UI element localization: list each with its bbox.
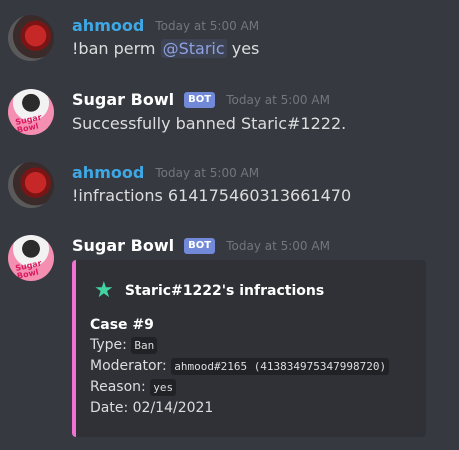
avatar-logo-text: Sugar Bowl xyxy=(14,112,43,135)
type-label: Type: xyxy=(90,337,127,353)
user-mention[interactable]: @Staric xyxy=(160,39,227,58)
avatar[interactable]: Sugar Bowl xyxy=(8,89,54,135)
message-content: !infractions 614175460313661470 xyxy=(72,186,352,205)
username[interactable]: Sugar Bowl xyxy=(72,90,174,109)
type-row: Type: Ban xyxy=(90,335,389,356)
moderator-label: Moderator: xyxy=(90,358,167,374)
message-content: Successfully banned Staric#1222. xyxy=(72,114,347,133)
message-header: Sugar Bowl BOT Today at 5:00 AM xyxy=(72,89,330,109)
infractions-embed: ★ Staric#1222's infractions Case #9 Type… xyxy=(72,260,426,437)
message-text: !ban perm xyxy=(72,39,156,58)
message-content: !ban perm @Staric yes xyxy=(72,39,259,58)
timestamp: Today at 5:00 AM xyxy=(226,92,330,107)
bot-badge: BOT xyxy=(184,237,216,254)
date-row: Date: 02/14/2021 xyxy=(90,398,389,419)
username[interactable]: Sugar Bowl xyxy=(72,236,174,255)
embed-title-text: Staric#1222's infractions xyxy=(124,282,325,299)
message-header: ahmood Today at 5:00 AM xyxy=(72,15,259,35)
embed-title: ★ Staric#1222's infractions xyxy=(94,278,324,303)
message-header: Sugar Bowl BOT Today at 5:00 AM xyxy=(72,235,330,255)
reason-row: Reason: yes xyxy=(90,377,389,398)
username[interactable]: ahmood xyxy=(72,163,144,182)
moderator-value: ahmood#2165 (413834975347998720) xyxy=(171,358,390,375)
reason-value: yes xyxy=(150,379,177,396)
timestamp: Today at 5:00 AM xyxy=(155,165,260,180)
type-value: Ban xyxy=(131,337,158,354)
avatar-logo-text: Sugar Bowl xyxy=(14,258,43,281)
date-label: Date: xyxy=(90,400,129,416)
message-text: yes xyxy=(231,39,260,58)
avatar[interactable] xyxy=(8,15,54,61)
date-value: 02/14/2021 xyxy=(132,400,214,416)
avatar[interactable] xyxy=(8,162,54,208)
reason-label: Reason: xyxy=(90,379,146,395)
username[interactable]: ahmood xyxy=(72,16,144,35)
star-icon: ★ xyxy=(94,278,114,303)
timestamp: Today at 5:00 AM xyxy=(155,18,260,33)
embed-body: Case #9 Type: Ban Moderator: ahmood#2165… xyxy=(90,315,390,419)
moderator-row: Moderator: ahmood#2165 (4138349753479987… xyxy=(90,356,390,377)
timestamp: Today at 5:00 AM xyxy=(226,238,330,253)
case-number: Case #9 xyxy=(90,317,154,333)
message-header: ahmood Today at 5:00 AM xyxy=(72,162,259,182)
avatar[interactable]: Sugar Bowl xyxy=(8,235,54,281)
bot-badge: BOT xyxy=(184,91,216,108)
